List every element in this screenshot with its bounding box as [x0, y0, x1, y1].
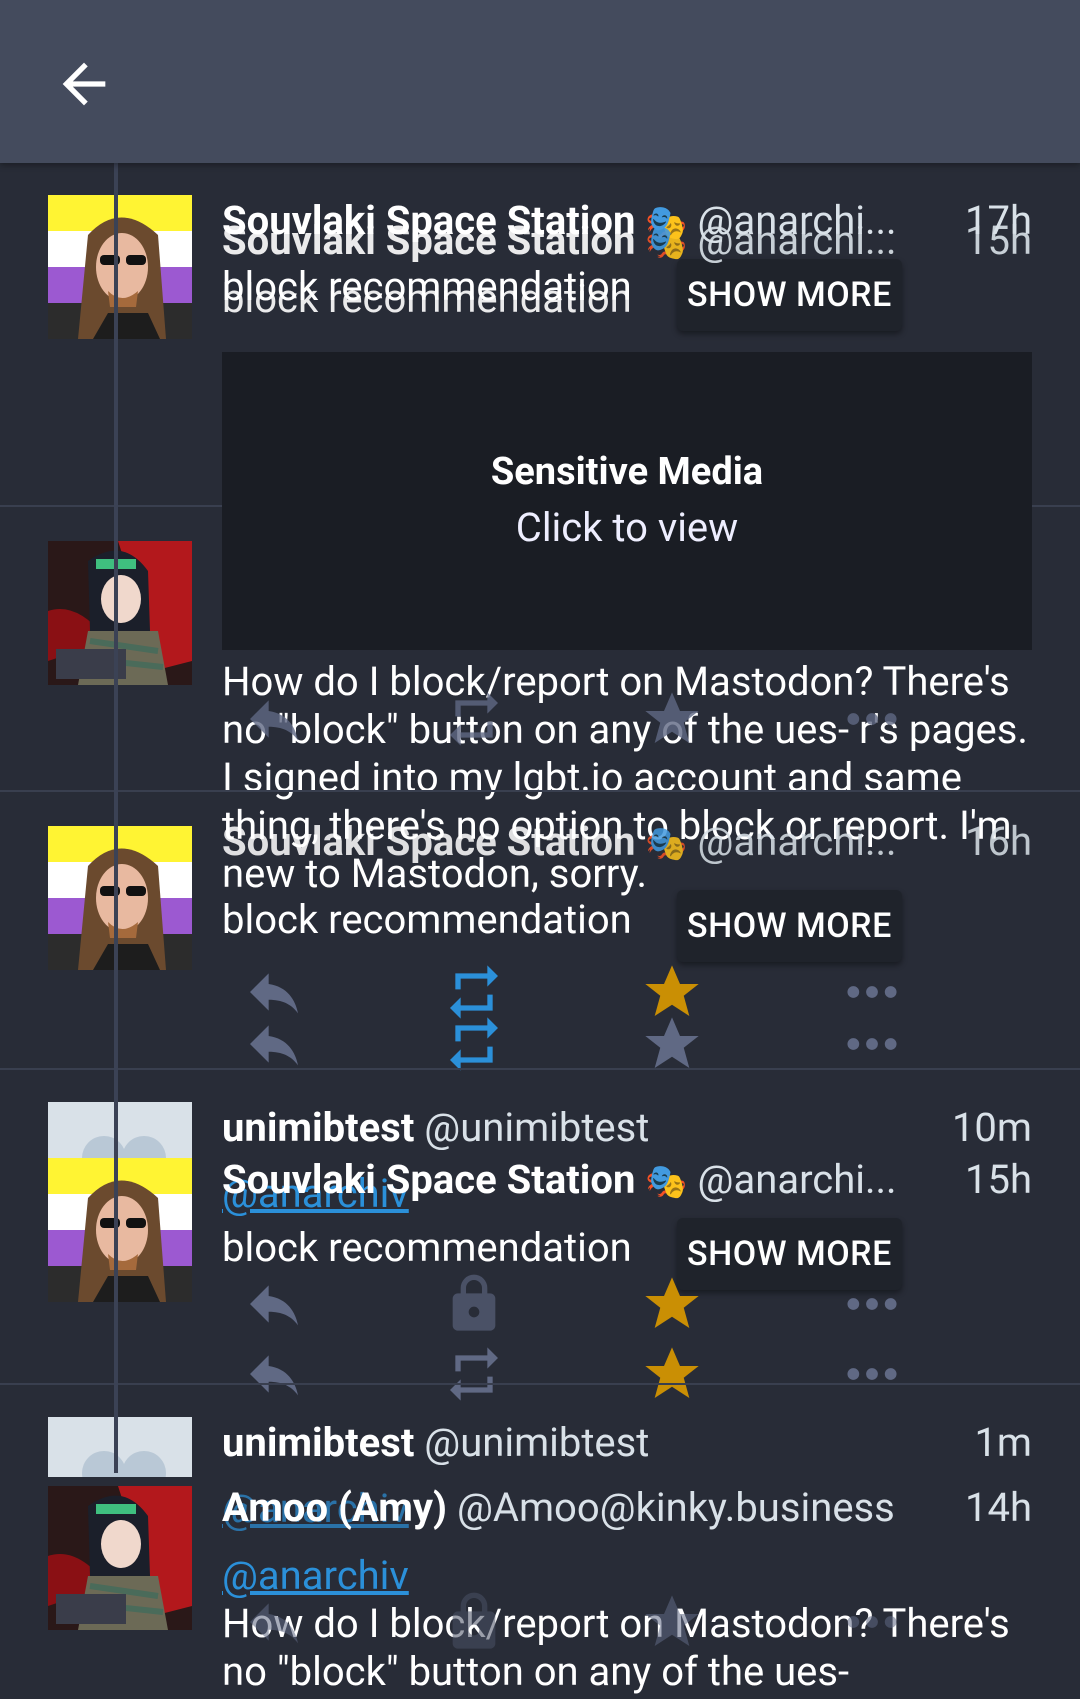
lock-icon — [442, 1272, 506, 1336]
avatar[interactable] — [48, 1158, 192, 1302]
more-icon[interactable] — [840, 1272, 904, 1336]
sensitive-media-title: Sensitive Media — [490, 450, 764, 494]
avatar[interactable] — [48, 195, 192, 339]
custom-emoji-icon: 🎭 — [645, 1162, 688, 1202]
timestamp: 15h — [965, 217, 1032, 264]
avatar[interactable] — [48, 826, 192, 970]
username: @anarchi... — [697, 1156, 897, 1203]
status-header: Souvlaki Space Station 🎭 @anarchi... 15h — [222, 213, 1032, 269]
favourite-icon[interactable] — [640, 687, 704, 751]
reply-icon[interactable] — [242, 1012, 306, 1076]
status-header: unimibtest @unimibtest 1m — [222, 1415, 1032, 1471]
more-icon[interactable] — [840, 687, 904, 751]
reply-icon[interactable] — [242, 687, 306, 751]
status-actions — [222, 1272, 1032, 1336]
favourite-icon[interactable] — [640, 1012, 704, 1076]
favourite-icon[interactable] — [640, 1272, 704, 1336]
boost-icon[interactable] — [442, 1342, 506, 1406]
display-name[interactable]: Souvlaki Space Station — [222, 217, 635, 264]
more-icon[interactable] — [840, 1590, 904, 1654]
custom-emoji-icon: 🎭 — [645, 223, 688, 263]
status-actions — [222, 1590, 1032, 1654]
app-bar — [0, 0, 1080, 163]
content-warning: block recommendation — [222, 896, 632, 943]
show-more-button[interactable]: SHOW MORE — [677, 890, 902, 962]
boost-icon[interactable] — [442, 1012, 506, 1076]
reply-icon[interactable] — [242, 1272, 306, 1336]
more-icon[interactable] — [840, 1342, 904, 1406]
boost-icon[interactable] — [442, 687, 506, 751]
username: @anarchi... — [697, 217, 897, 264]
arrow-left-icon[interactable] — [52, 52, 116, 116]
username: @unimibtest — [424, 1419, 650, 1466]
divider — [0, 1068, 1080, 1070]
status-header: Amoo (Amy) @Amoo@kinky.business 14h — [222, 1480, 1032, 1536]
avatar[interactable] — [48, 1486, 192, 1630]
lock-icon — [442, 1590, 506, 1654]
show-more-button[interactable]: SHOW MORE — [677, 259, 902, 331]
display-name[interactable]: unimibtest — [222, 1419, 414, 1466]
avatar[interactable] — [48, 1102, 192, 1158]
avatar[interactable] — [48, 1417, 192, 1477]
reply-icon[interactable] — [242, 1342, 306, 1406]
divider — [0, 790, 1080, 792]
thread-line — [114, 163, 118, 1473]
status-actions — [222, 687, 1032, 751]
status-header: Souvlaki Space Station 🎭 @anarchi... 16h — [222, 814, 1032, 870]
timestamp: 15h — [965, 1156, 1032, 1203]
divider — [0, 1383, 1080, 1385]
display-name[interactable]: unimibtest — [222, 1104, 414, 1151]
username: @unimibtest — [424, 1104, 650, 1151]
sensitive-media-hint: Click to view — [515, 504, 739, 551]
display-name[interactable]: Souvlaki Space Station — [222, 818, 635, 865]
sensitive-media[interactable]: Sensitive Media Click to view — [222, 352, 1032, 650]
username: @anarchi... — [697, 818, 897, 865]
custom-emoji-icon: 🎭 — [645, 824, 688, 864]
status-header: unimibtest @unimibtest 10m — [222, 1100, 1032, 1156]
favourite-icon[interactable] — [640, 1342, 704, 1406]
favourite-icon[interactable] — [640, 1590, 704, 1654]
display-name[interactable]: Souvlaki Space Station — [222, 1156, 635, 1203]
timestamp: 14h — [965, 1484, 1032, 1531]
content-warning: block recommendation — [222, 1224, 632, 1271]
timestamp: 10m — [951, 1104, 1032, 1151]
reply-icon[interactable] — [242, 1590, 306, 1654]
display-name[interactable]: Amoo (Amy) — [222, 1484, 447, 1531]
content-warning: block recommendation — [222, 275, 632, 322]
timestamp: 1m — [974, 1419, 1032, 1466]
avatar[interactable] — [48, 541, 192, 685]
status-actions — [222, 1342, 1032, 1406]
status-actions — [222, 1012, 1032, 1076]
status-header: Souvlaki Space Station 🎭 @anarchi... 15h — [222, 1152, 1032, 1208]
more-icon[interactable] — [840, 1012, 904, 1076]
timestamp: 16h — [965, 818, 1032, 865]
username: @Amoo@kinky.business — [456, 1484, 895, 1531]
